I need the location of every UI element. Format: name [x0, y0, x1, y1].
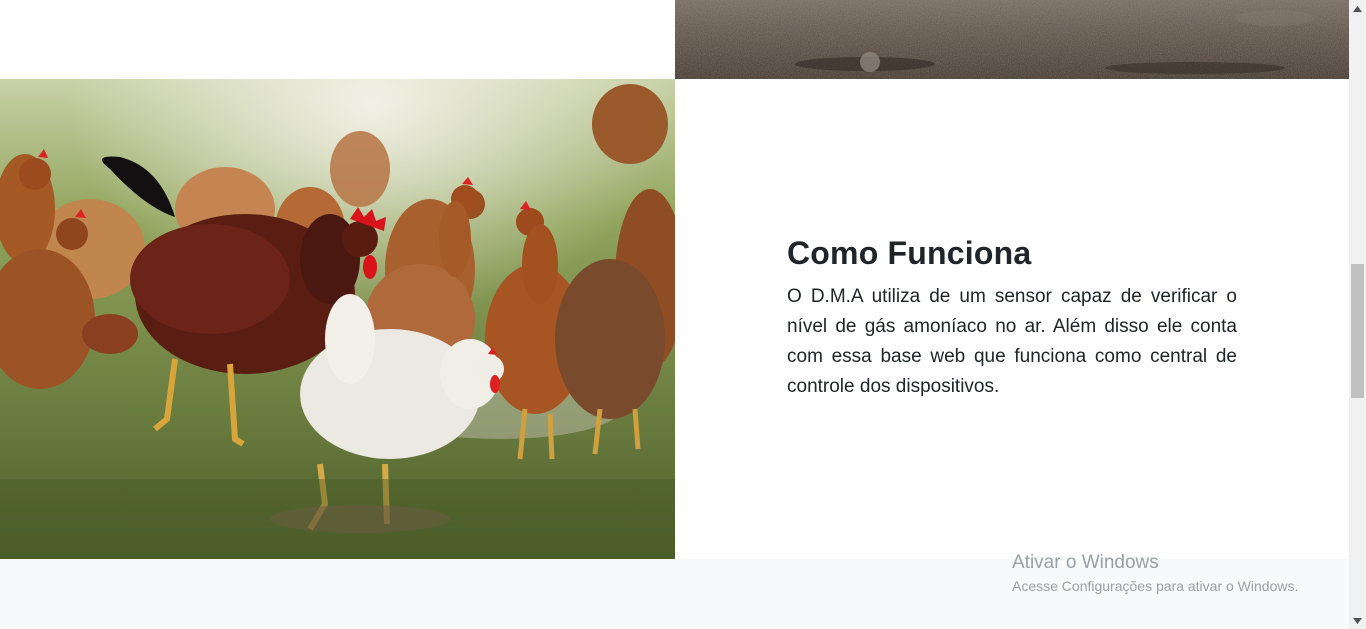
scrollbar-thumb[interactable] [1351, 264, 1364, 398]
windows-activation-watermark: Ativar o Windows Acesse Configurações pa… [1012, 551, 1298, 596]
watermark-title: Ativar o Windows [1012, 552, 1159, 573]
chickens-image [0, 79, 675, 559]
watermark-subtitle: Acesse Configurações para ativar o Windo… [1012, 578, 1299, 594]
section-title: Como Funciona [787, 235, 1032, 271]
how-it-works-panel: Como Funciona O D.M.A utiliza de um sens… [675, 79, 1349, 559]
soil-image [675, 0, 1349, 79]
section-description: O D.M.A utiliza de um sensor capaz de ve… [787, 286, 1237, 397]
blank-area [0, 0, 675, 79]
vertical-scrollbar[interactable] [1349, 0, 1366, 629]
scroll-up-arrow-icon[interactable] [1349, 0, 1366, 17]
scroll-down-arrow-icon[interactable] [1349, 612, 1366, 629]
page-viewport: Como Funciona O D.M.A utiliza de um sens… [0, 0, 1349, 629]
